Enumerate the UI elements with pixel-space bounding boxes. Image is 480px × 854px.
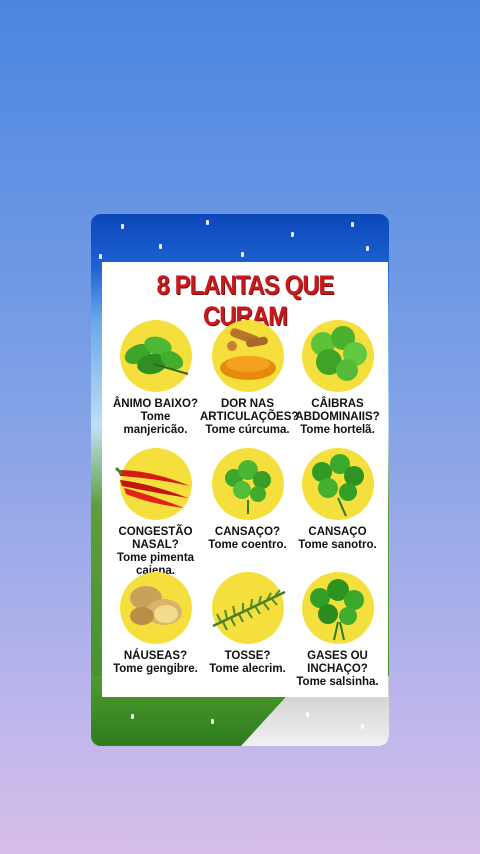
plant-item: NÁUSEAS? Tome gengibre.: [108, 572, 203, 676]
snowflake: [121, 224, 124, 229]
plant-item: ÂNIMO BAIXO? Tome manjericão.: [108, 320, 203, 437]
item-question: NÁUSEAS?: [123, 650, 188, 662]
basil-icon: [119, 320, 192, 392]
plant-item: TOSSE? Tome alecrim.: [200, 572, 295, 676]
plant-item: DOR NAS ARTICULAÇÕES? Tome cúrcuma.: [200, 320, 299, 437]
item-question: DOR NAS: [220, 398, 275, 410]
item-advice: Tome alecrim.: [209, 663, 286, 675]
item-question: GASES OU: [307, 650, 368, 662]
item-question: ARTICULAÇÕES?: [200, 411, 299, 423]
item-question: INCHAÇO?: [307, 663, 368, 675]
plant-item: CÂIBRAS ABDOMINAIIS? Tome hortelã.: [290, 320, 385, 437]
item-question: TOSSE?: [224, 650, 271, 662]
snowflake: [211, 719, 214, 724]
item-advice: manjericão.: [123, 424, 188, 436]
item-advice: Tome salsinha.: [296, 676, 379, 688]
item-advice: Tome cúrcuma.: [205, 424, 290, 436]
plants-poster: 8 PLANTAS QUE CURAM ÂNIMO BAIXO? Tome ma…: [102, 262, 388, 697]
plant-item: CANSAÇO Tome sanotro.: [290, 448, 385, 552]
item-question: CONGESTÃO: [118, 526, 193, 538]
story-media-card[interactable]: 8 PLANTAS QUE CURAM ÂNIMO BAIXO? Tome ma…: [91, 214, 389, 746]
item-question: CANSAÇO?: [214, 526, 281, 538]
snowflake: [99, 254, 102, 259]
cayenne-pepper-icon: [114, 448, 192, 520]
mint-icon: [301, 320, 374, 392]
parsley-bunch-icon: [301, 572, 374, 644]
item-advice: Tome hortelã.: [300, 424, 375, 436]
plant-item: CONGESTÃO NASAL? Tome pimenta caiena.: [108, 448, 203, 578]
snowflake: [366, 246, 369, 251]
snowflake: [291, 232, 294, 237]
cilantro-icon: [211, 448, 284, 520]
item-advice: Tome coentro.: [208, 539, 287, 551]
snowflake: [159, 244, 162, 249]
ginger-icon: [119, 572, 192, 644]
item-advice: Tome: [140, 411, 171, 423]
plant-item: GASES OU INCHAÇO? Tome salsinha.: [290, 572, 385, 689]
parsley-icon: [301, 448, 374, 520]
item-question: NASAL?: [132, 539, 179, 551]
rosemary-icon: [211, 572, 286, 644]
item-advice: Tome sanotro.: [298, 539, 377, 551]
item-question: ABDOMINAIIS?: [295, 411, 380, 423]
snowflake: [351, 222, 354, 227]
snowflake: [241, 252, 244, 257]
plant-item: CANSAÇO? Tome coentro.: [200, 448, 295, 552]
item-question: CANSAÇO: [308, 526, 367, 538]
snowflake: [206, 220, 209, 225]
snowflake: [131, 714, 134, 719]
item-question: ÂNIMO BAIXO?: [113, 398, 198, 410]
item-advice: Tome pimenta: [116, 552, 195, 564]
item-question: CÂIBRAS: [311, 398, 364, 410]
snowflake: [361, 724, 364, 729]
item-advice: Tome gengibre.: [113, 663, 198, 675]
turmeric-icon: [211, 320, 284, 392]
snowflake: [306, 712, 309, 717]
